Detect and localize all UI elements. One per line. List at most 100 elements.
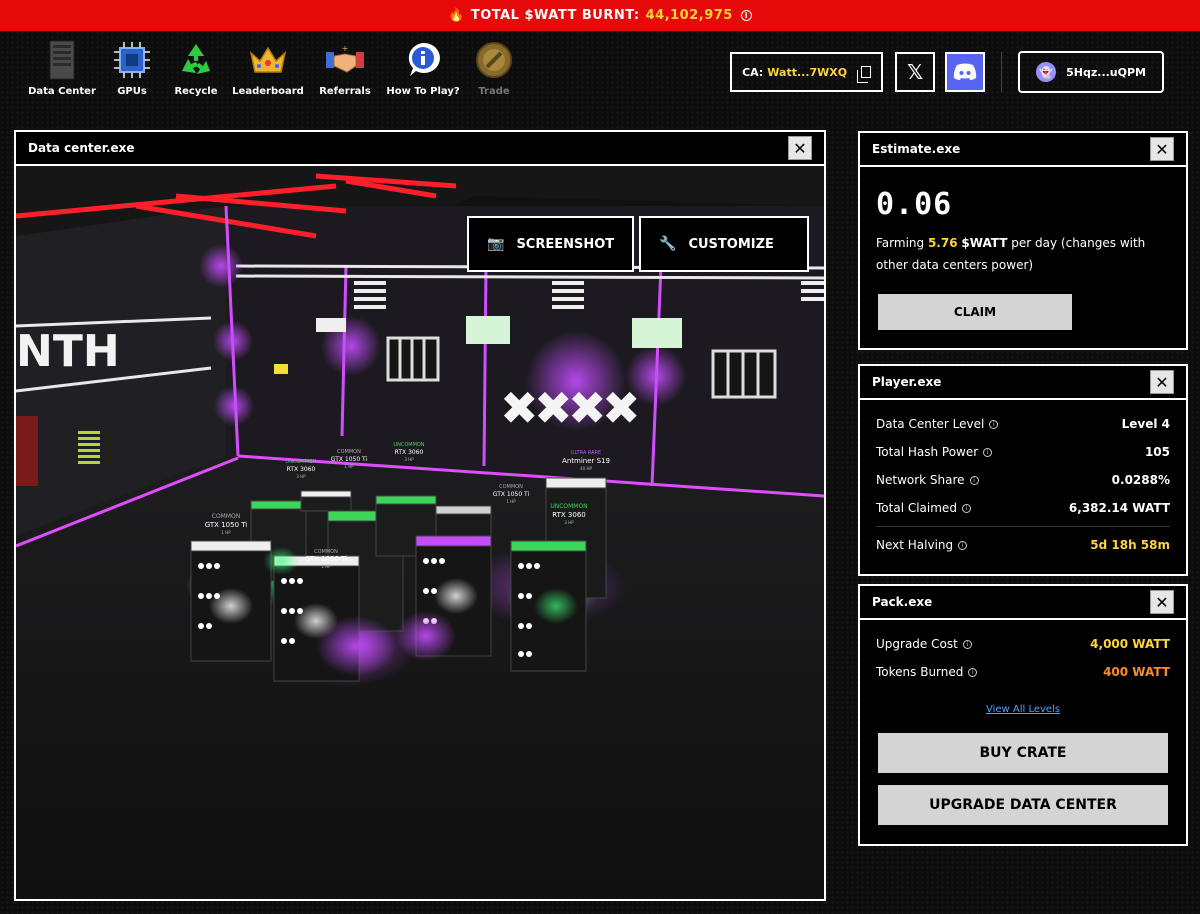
upgrade-cost-value: 4,000 WATT xyxy=(1090,637,1170,651)
header-actions: CA: Watt...7WXQ 𝕏 👻 5Hqz...uQPM xyxy=(730,51,1164,93)
rig-hp: 1 HP xyxy=(321,564,331,569)
view-all-levels-link[interactable]: View All Levels xyxy=(860,704,1186,715)
header-divider xyxy=(1001,52,1003,92)
svg-text:✖: ✖ xyxy=(534,381,573,435)
data-center-3d-view[interactable]: NTH ✖ ✖ ✖ ✖ COMMON GTX 1050 Ti 1 HP UNCO… xyxy=(16,166,824,899)
phantom-icon: 👻 xyxy=(1036,62,1057,82)
rig-rarity: UNCOMMON xyxy=(393,442,424,448)
window-titlebar: Data center.exe ✕ xyxy=(16,132,824,166)
info-bubble-icon xyxy=(403,40,443,80)
burn-value: 44,102,975 xyxy=(645,8,733,23)
nav-label: Recycle xyxy=(174,86,218,97)
stat-label: Next Halving xyxy=(876,538,954,552)
wrench-icon: 🔧 xyxy=(659,236,677,252)
coin-icon xyxy=(474,40,514,80)
divider xyxy=(876,526,1170,527)
rig-rarity: COMMON xyxy=(212,513,240,520)
nav-leaderboard[interactable]: Leaderboard xyxy=(228,40,308,97)
window-titlebar: Player.exe ✕ xyxy=(860,366,1186,400)
stat-label: Upgrade Cost xyxy=(876,637,958,651)
rig-hp: 3 HP xyxy=(404,457,414,462)
info-icon[interactable]: i xyxy=(958,540,968,550)
x-twitter-button[interactable]: 𝕏 xyxy=(895,52,936,92)
nav-gpus[interactable]: GPUs xyxy=(100,40,164,97)
stat-value: 0.0288% xyxy=(1111,473,1170,487)
window-title: Estimate.exe xyxy=(872,142,961,156)
info-icon[interactable]: i xyxy=(740,10,752,21)
close-button[interactable]: ✕ xyxy=(788,136,812,160)
wall-sign-text: NTH xyxy=(16,326,120,377)
farming-prefix: Farming xyxy=(876,236,925,250)
info-icon[interactable]: i xyxy=(968,667,978,677)
close-button[interactable]: ✕ xyxy=(1150,370,1174,394)
rig-hp: 3 HP xyxy=(296,474,306,479)
info-icon[interactable]: i xyxy=(961,503,971,513)
nav-data-center[interactable]: Data Center xyxy=(24,40,100,97)
nav-label: Referrals xyxy=(319,86,371,97)
ca-label: CA: xyxy=(742,65,764,79)
copy-icon[interactable] xyxy=(857,66,872,83)
estimate-window: Estimate.exe ✕ 0.06 Farming 5.76 $WATT p… xyxy=(858,131,1188,350)
x-icon: 𝕏 xyxy=(907,60,924,84)
nav-how-to-play[interactable]: How To Play? xyxy=(382,40,464,97)
window-title: Pack.exe xyxy=(872,595,933,609)
contract-address-box[interactable]: CA: Watt...7WXQ xyxy=(730,52,884,92)
chip-icon xyxy=(112,40,152,80)
info-icon[interactable]: i xyxy=(962,639,972,649)
flame-icon: 🔥 xyxy=(448,8,465,23)
window-titlebar: Pack.exe ✕ xyxy=(860,586,1186,620)
close-button[interactable]: ✕ xyxy=(1150,137,1174,161)
window-titlebar: Estimate.exe ✕ xyxy=(860,133,1186,167)
nav-recycle[interactable]: Recycle xyxy=(164,40,228,97)
info-icon[interactable]: i xyxy=(989,419,999,429)
discord-button[interactable] xyxy=(945,52,986,92)
data-center-window: Data center.exe ✕ NTH ✖ ✖ ✖ ✖ COMMON GTX… xyxy=(14,130,826,901)
server-icon xyxy=(42,40,82,80)
info-icon[interactable]: i xyxy=(983,447,993,457)
crown-icon xyxy=(248,40,288,80)
stat-label: Network Share xyxy=(876,473,965,487)
nav-label: Leaderboard xyxy=(232,86,304,97)
buy-crate-button[interactable]: BUY CRATE xyxy=(878,733,1168,773)
stat-label: Tokens Burned xyxy=(876,665,964,679)
wallet-address: 5Hqz...uQPM xyxy=(1066,65,1146,79)
svg-text:✖: ✖ xyxy=(500,381,539,435)
rig-rarity: COMMON xyxy=(499,484,523,490)
claim-button[interactable]: CLAIM xyxy=(878,294,1072,330)
rig-rarity: UNCOMMON xyxy=(550,503,587,510)
stat-label: Total Hash Power xyxy=(876,445,979,459)
nav-label: GPUs xyxy=(117,86,147,97)
svg-text:✖: ✖ xyxy=(568,381,607,435)
nav-label: Data Center xyxy=(28,86,96,97)
rig-name: Antminer S19 xyxy=(562,457,610,465)
rig-name: GTX 1050 Ti xyxy=(305,555,348,563)
room-render: NTH ✖✖✖✖ COMMON GTX 1050 Ti 1 HP UNCOMMO… xyxy=(16,166,824,899)
rig-name: RTX 3060 xyxy=(552,511,585,519)
nav-label: How To Play? xyxy=(386,86,460,97)
info-icon[interactable]: i xyxy=(969,475,979,485)
screenshot-button[interactable]: 📷 SCREENSHOT xyxy=(467,216,635,272)
upgrade-data-center-button[interactable]: UPGRADE DATA CENTER xyxy=(878,785,1168,825)
rig-hp: 40 HP xyxy=(580,466,592,471)
camera-icon: 📷 xyxy=(487,236,505,252)
svg-text:✖: ✖ xyxy=(602,381,641,435)
stat-value: 105 xyxy=(1144,445,1170,459)
nav-trade[interactable]: Trade xyxy=(464,40,524,97)
stat-label: Total Claimed xyxy=(876,501,957,515)
rig-hp: 3 HP xyxy=(564,520,574,525)
farming-unit: $WATT xyxy=(961,236,1008,250)
stat-value: 6,382.14 WATT xyxy=(1068,501,1170,515)
nav-referrals[interactable]: + Referrals xyxy=(308,40,382,97)
burn-label: TOTAL $WATT BURNT: xyxy=(470,8,640,23)
screenshot-label: SCREENSHOT xyxy=(516,236,615,252)
recycle-icon xyxy=(176,40,216,80)
estimate-amount: 0.06 xyxy=(876,187,953,222)
stat-row-upgrade-cost: Upgrade Cost i 4,000 WATT xyxy=(860,630,1186,658)
handshake-icon: + xyxy=(325,40,365,80)
customize-button[interactable]: 🔧 CUSTOMIZE xyxy=(639,216,809,272)
wallet-button[interactable]: 👻 5Hqz...uQPM xyxy=(1018,51,1164,93)
stat-value: Level 4 xyxy=(1121,417,1170,431)
close-button[interactable]: ✕ xyxy=(1150,590,1174,614)
farming-rate: Farming 5.76 $WATT per day (changes with… xyxy=(876,232,1170,276)
discord-icon xyxy=(953,63,977,80)
